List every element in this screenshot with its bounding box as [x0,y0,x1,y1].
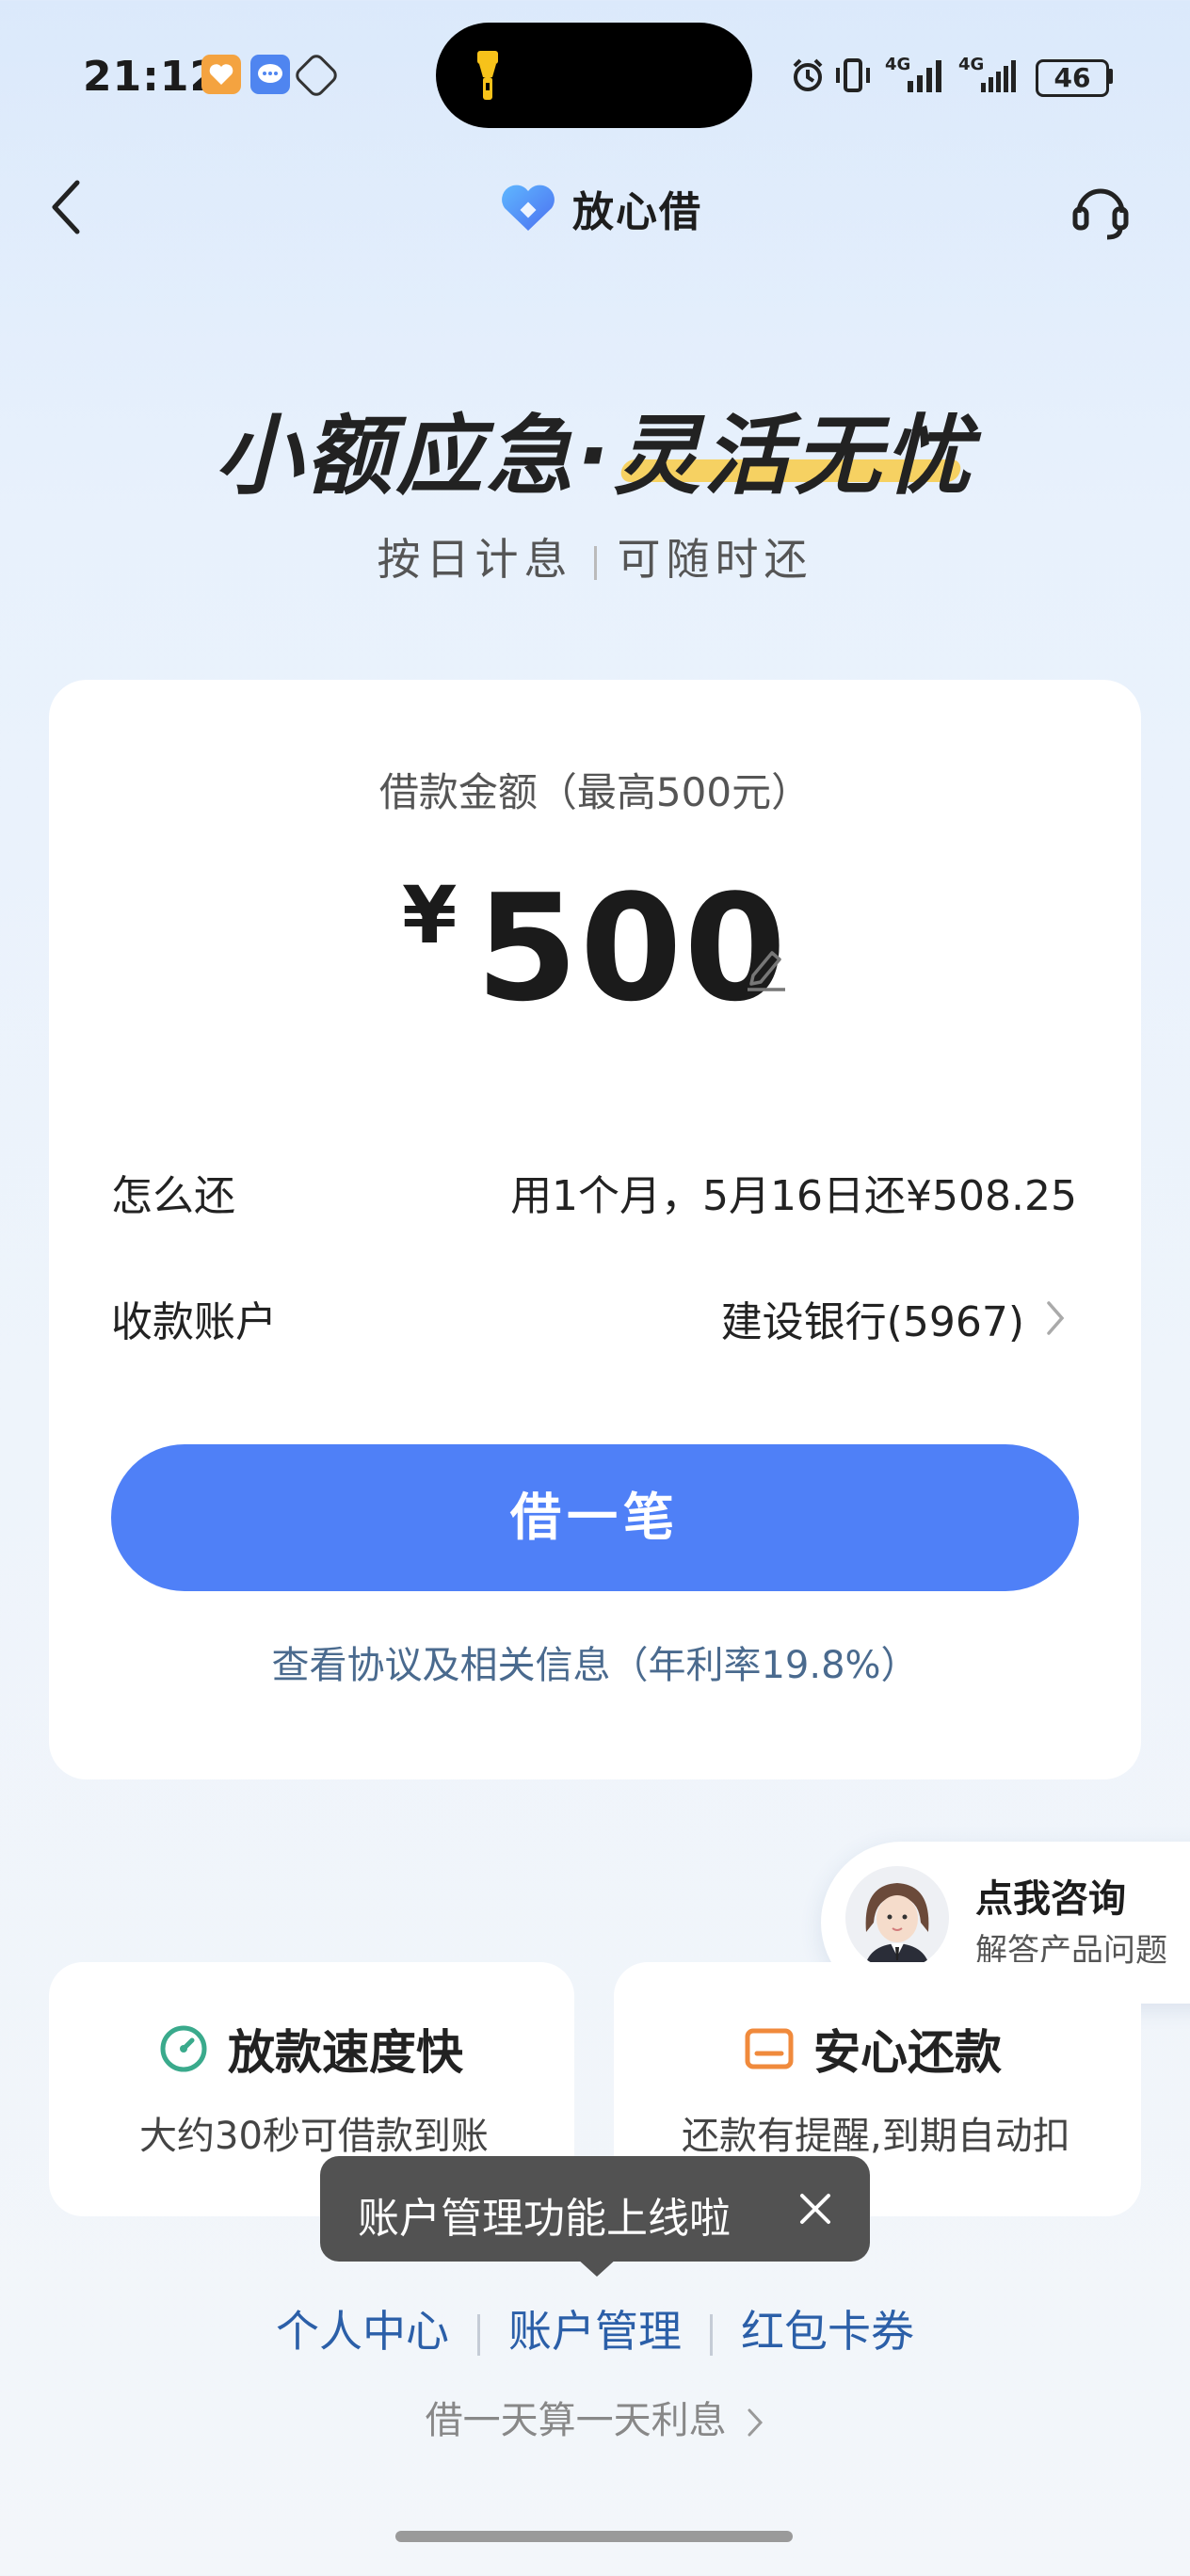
brand-logo-icon [502,185,555,231]
nav-divider [477,2313,480,2356]
battery-indicator: 46 [1036,59,1109,97]
account-chevron-icon[interactable] [1045,1299,1066,1337]
loan-card [49,680,1141,1779]
hero-divider [593,545,597,580]
status-time: 21:12 [83,53,220,101]
hero-title: 小额应急·灵活无忧 [215,406,975,507]
nav-divider [710,2313,713,2356]
loan-amount: 500 [475,862,789,1034]
feature-repay-desc: 还款有提醒,到期自动扣 [682,2115,1070,2158]
toast-text: 账户管理功能上线啦 [358,2195,731,2243]
borrow-button[interactable]: 借一笔 [111,1444,1079,1591]
wallet-icon [745,2028,794,2069]
agreement-link[interactable]: 查看协议及相关信息（年利率19.8%） [0,1634,1190,1689]
account-value[interactable]: 建设银行(5967) [721,1288,1024,1348]
feature-fast-label: 放款速度快 [228,2025,463,2080]
repay-label: 怎么还 [111,1172,235,1220]
edit-pencil-icon[interactable] [744,942,789,992]
amount-display[interactable]: ¥500 [0,862,1190,1034]
customer-service-icon[interactable] [1068,177,1134,243]
currency-symbol: ¥ [401,869,458,961]
brand-name: 放心借 [572,188,702,236]
home-indicator[interactable] [395,2531,793,2542]
back-chevron-icon[interactable] [47,177,85,237]
hero-sub-left: 按日计息 [377,534,573,585]
feature-fast-desc: 大约30秒可借款到账 [139,2115,489,2158]
heart-app-icon [201,55,241,94]
message-app-icon [250,55,290,94]
feature-repay-label: 安心还款 [813,2025,1002,2080]
flashlight-icon [477,51,498,100]
amount-label: 借款金额（最高500元） [378,769,812,815]
hero-sub-right: 可随时还 [617,534,813,585]
signal-icon-2 [981,60,1016,92]
link-personal-center[interactable]: 个人中心 [276,2306,449,2357]
repay-plan[interactable]: 用1个月，5月16日还¥508.25 [510,1162,1077,1222]
brand-header: 放心借 [497,177,702,239]
consult-title[interactable]: 点我咨询 [975,1868,1126,1923]
speed-gauge-icon [160,2025,207,2072]
link-coupons[interactable]: 红包卡券 [741,2306,914,2357]
close-icon[interactable] [796,2190,834,2228]
toast-pointer [576,2258,618,2277]
agent-avatar[interactable] [845,1866,949,1970]
note-chevron-icon [748,2408,764,2437]
bottom-nav: 个人中心 账户管理 红包卡券 [0,2297,1190,2359]
account-label: 收款账户 [111,1298,277,1346]
hero-subtitle: 按日计息 可随时还 [0,525,1190,588]
signal-icon-1 [908,60,941,92]
interest-note-text: 借一天算一天利息 [425,2399,727,2442]
feature-repay-title: 安心还款 [744,2015,1002,2083]
feature-fast-title: 放款速度快 [158,2015,463,2083]
interest-note[interactable]: 借一天算一天利息 [0,2390,1190,2444]
alarm-icon [793,58,823,91]
battery-tip [1108,69,1113,84]
vibrate-icon [836,58,870,92]
gesture-icon [292,51,341,100]
link-account-management[interactable]: 账户管理 [508,2306,682,2357]
